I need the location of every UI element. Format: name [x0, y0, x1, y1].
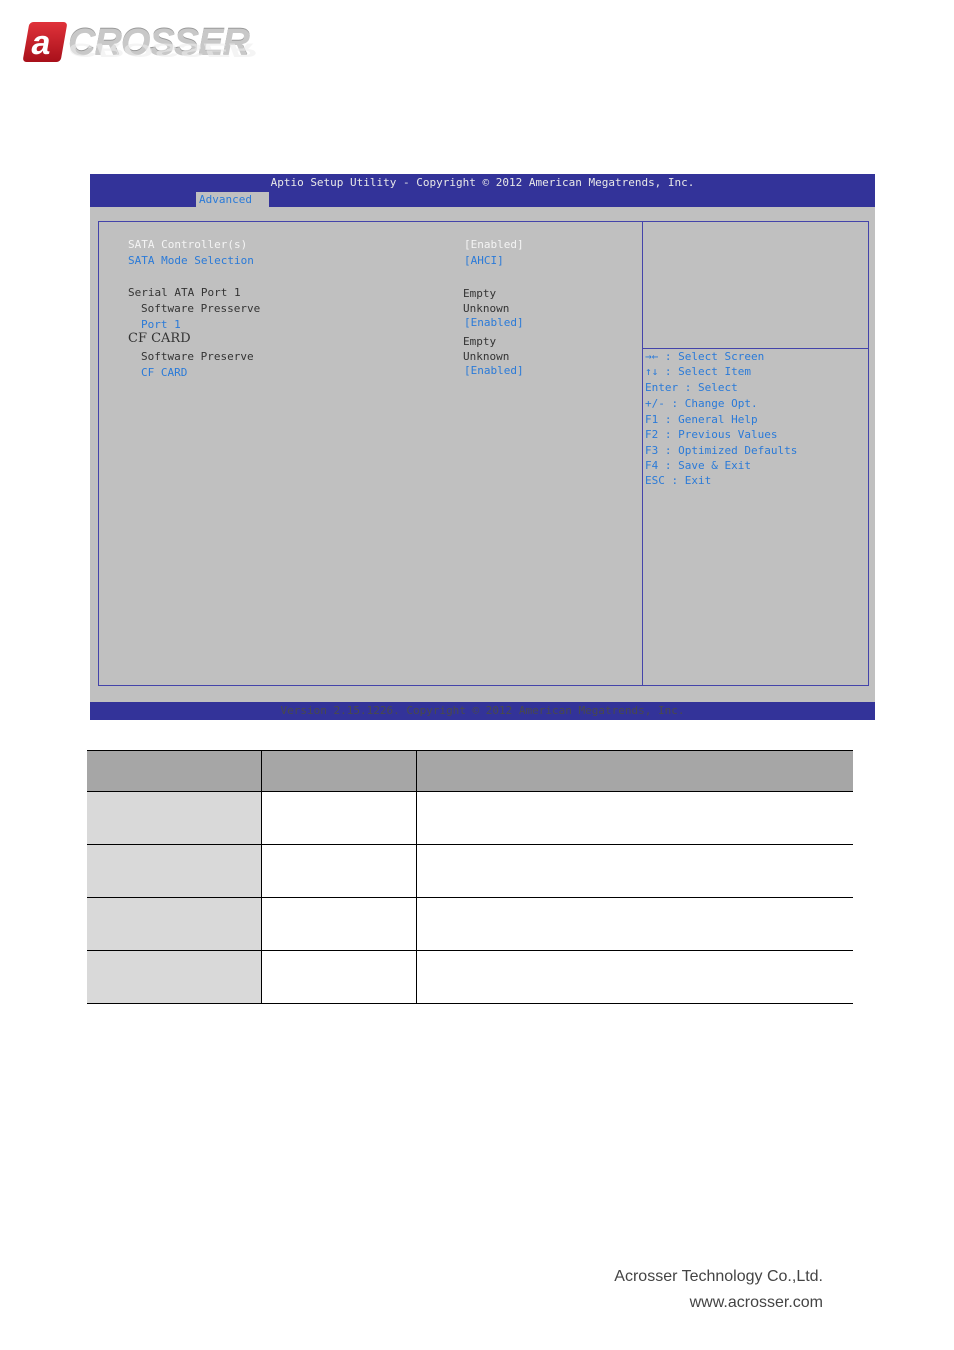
bios-footer-bar: Version 2.15.1226. Copyright © 2012 Amer… [90, 702, 875, 720]
bios-title-bar: Aptio Setup Utility - Copyright © 2012 A… [90, 174, 875, 207]
item-cf-card-header-label: CF CARD [128, 331, 191, 346]
help-f3-optimized-defaults: F3 : Optimized Defaults [645, 444, 798, 457]
help-f1-general-help: F1 : General Help [645, 413, 758, 426]
table-cell [87, 897, 262, 951]
bios-version-footer: Version 2.15.1226. Copyright © 2012 Amer… [280, 704, 685, 717]
table-row [87, 897, 853, 951]
item-port1-label[interactable]: Port 1 [141, 318, 181, 331]
table-cell [416, 950, 853, 1004]
acrosser-logo: a CROSSER CROSSER [22, 18, 292, 88]
table-cell [87, 791, 262, 845]
table-cell [261, 950, 417, 1004]
options-table [87, 750, 853, 1004]
help-f2-previous-values: F2 : Previous Values [645, 428, 778, 441]
help-panel-separator [642, 348, 869, 349]
table-cell [416, 791, 853, 845]
item-cf-card-label[interactable]: CF CARD [141, 366, 187, 379]
item-sata-mode-label[interactable]: SATA Mode Selection [128, 254, 254, 267]
bios-title: Aptio Setup Utility - Copyright © 2012 A… [270, 176, 695, 189]
company-name: Acrosser Technology Co.,Ltd. [614, 1268, 823, 1285]
item-software-presserve-label: Software Presserve [141, 302, 261, 315]
item-serial-ata-port1-value: Empty [463, 287, 497, 300]
table-cell [261, 791, 417, 845]
bios-panel-divider [642, 221, 643, 686]
table-cell [87, 950, 262, 1004]
item-cf-card-header-value: Empty [463, 335, 497, 348]
table-header-cell [416, 750, 853, 792]
table-row [87, 844, 853, 898]
help-enter-select: Enter : Select [645, 381, 738, 394]
item-sata-controller-value[interactable]: [Enabled] [464, 238, 524, 251]
item-sata-controller-label[interactable]: SATA Controller(s) [128, 238, 247, 251]
help-select-item: ↑↓ : Select Item [645, 365, 751, 378]
company-website[interactable]: www.acrosser.com [690, 1294, 823, 1312]
item-cf-card-value[interactable]: [Enabled] [464, 364, 524, 377]
tab-advanced[interactable]: Advanced [196, 192, 269, 207]
item-software-presserve-value: Unknown [463, 302, 510, 315]
table-row [87, 791, 853, 845]
table-header-cell [261, 750, 417, 792]
table-cell [416, 897, 853, 951]
help-f4-save-exit: F4 : Save & Exit [645, 459, 751, 472]
help-esc-exit: ESC : Exit [645, 474, 712, 487]
help-change-opt: +/- : Change Opt. [645, 397, 758, 410]
item-serial-ata-port1-label: Serial ATA Port 1 [128, 286, 241, 299]
logo-reflection: CROSSER [68, 39, 256, 60]
table-header-row [87, 750, 853, 792]
item-port1-value[interactable]: [Enabled] [464, 316, 524, 329]
item-software-preserve-value: Unknown [463, 350, 510, 363]
table-cell [261, 897, 417, 951]
item-sata-mode-value[interactable]: [AHCI] [464, 254, 504, 267]
item-software-preserve-label: Software Preserve [141, 350, 254, 363]
table-header-cell [87, 750, 262, 792]
table-cell [261, 844, 417, 898]
table-row [87, 950, 853, 1004]
logo-mark: a [22, 22, 68, 62]
logo-letter: a [28, 24, 55, 62]
bios-screenshot: Aptio Setup Utility - Copyright © 2012 A… [90, 174, 875, 720]
table-cell [416, 844, 853, 898]
table-cell [87, 844, 262, 898]
help-select-screen: →← : Select Screen [645, 350, 765, 363]
